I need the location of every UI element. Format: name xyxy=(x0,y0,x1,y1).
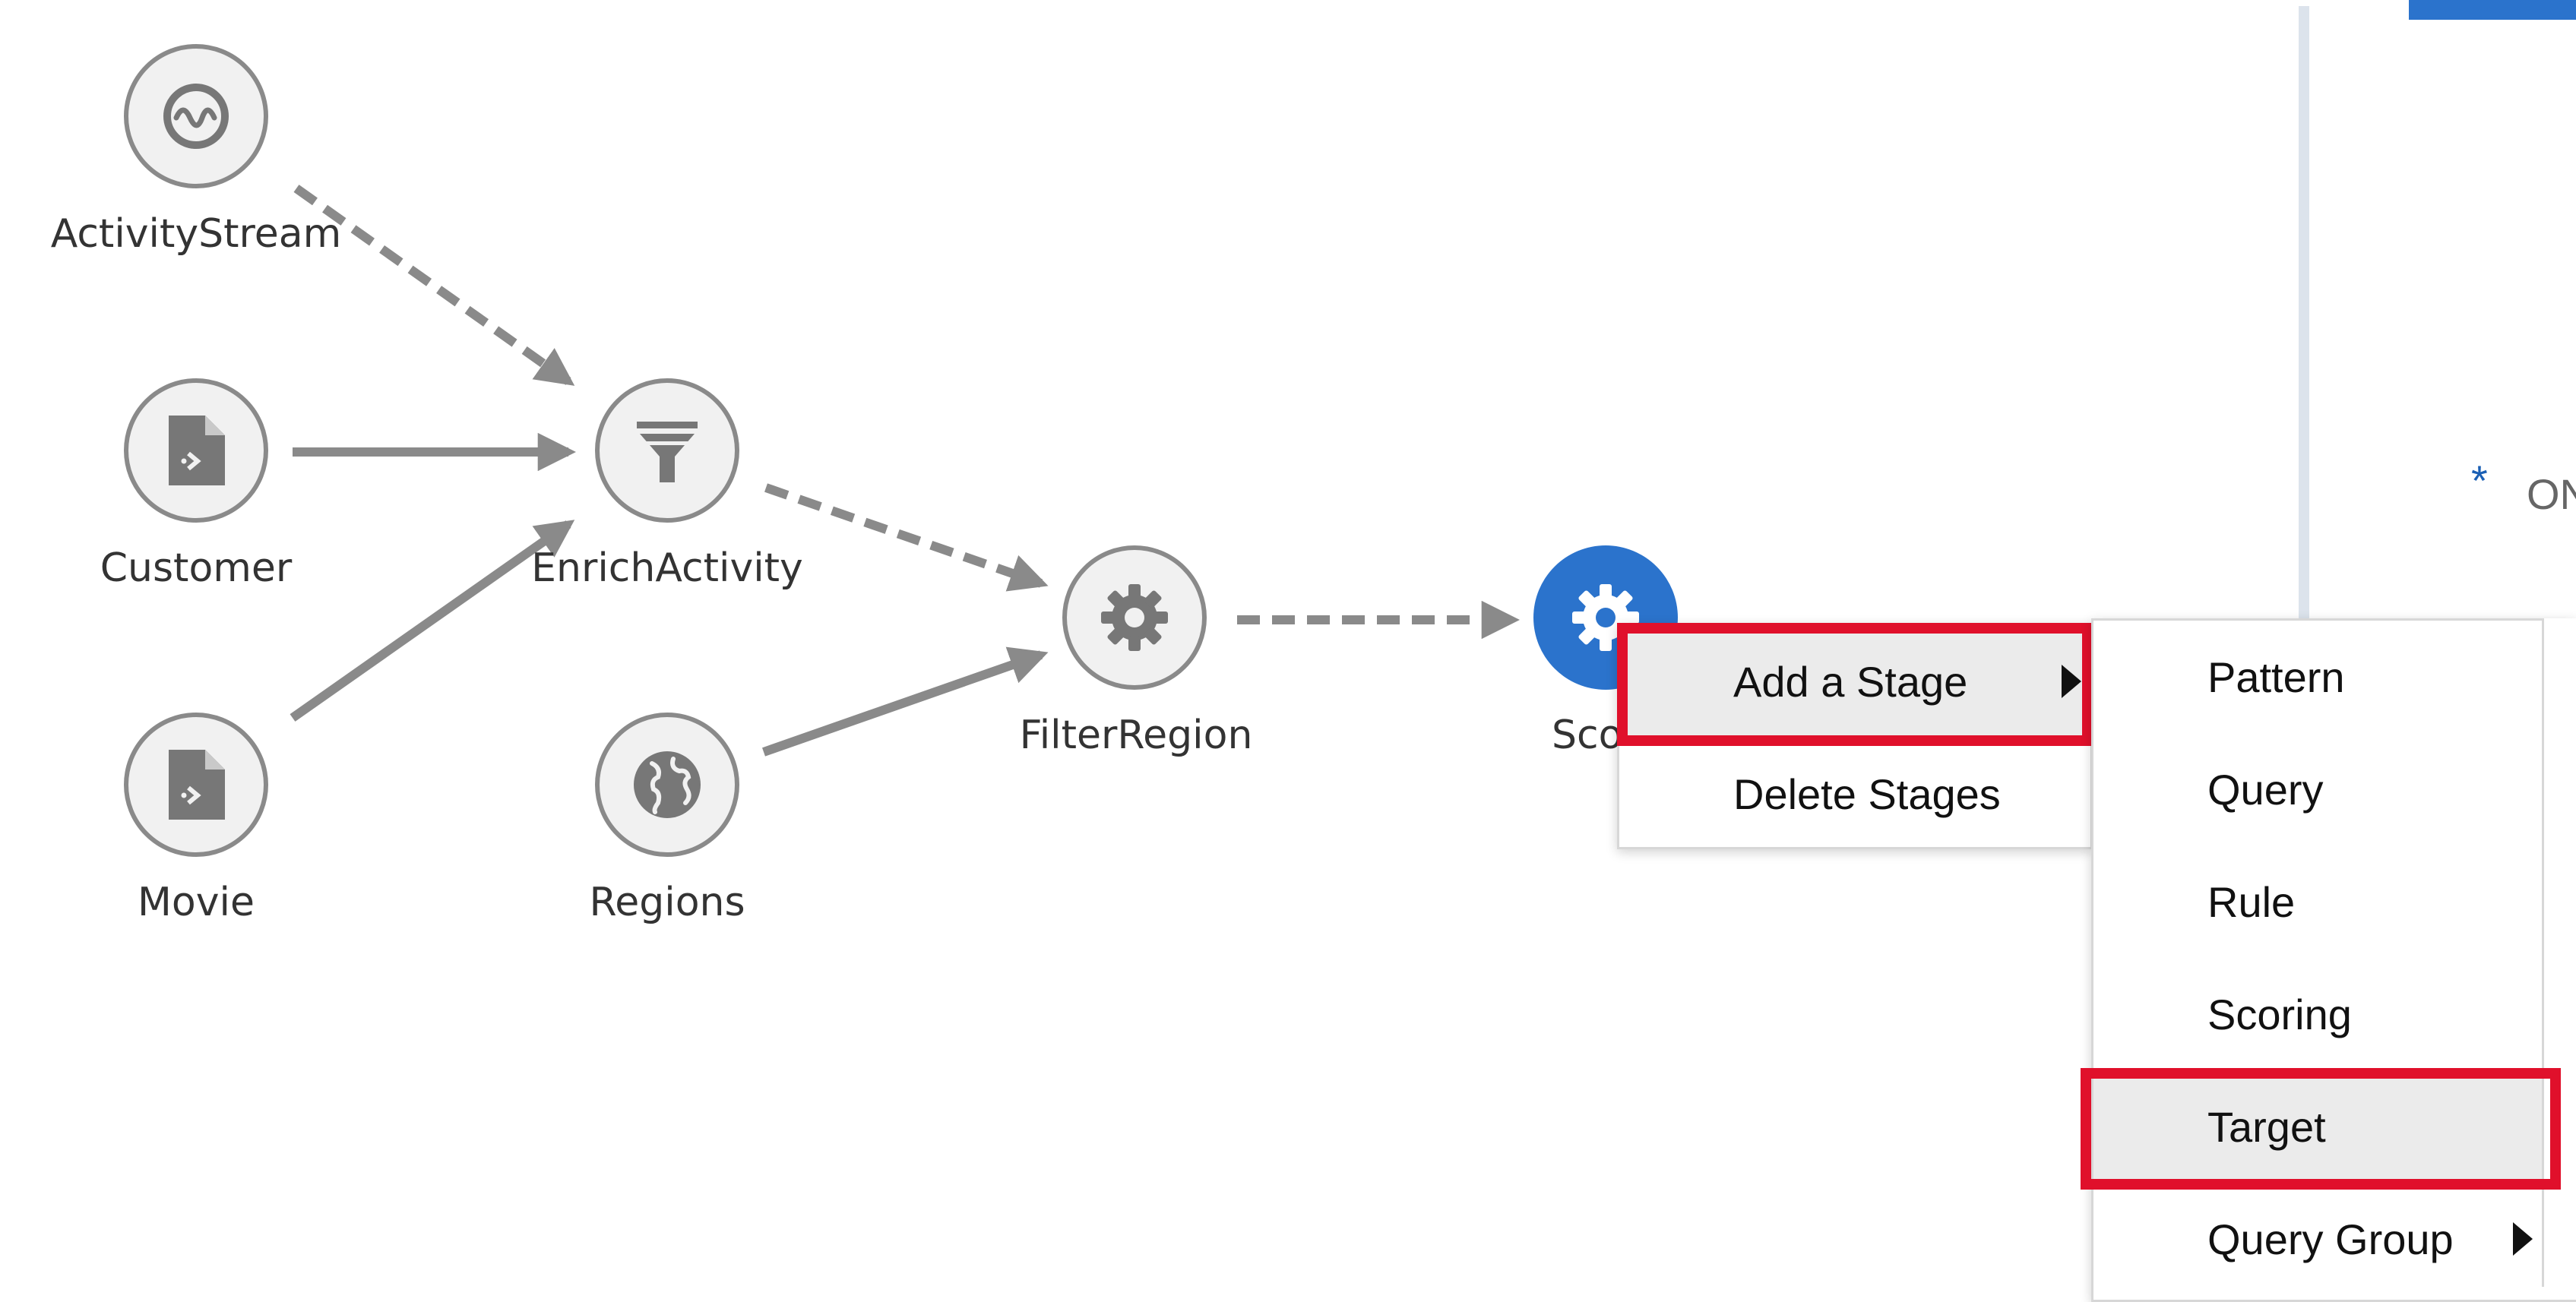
gear-icon xyxy=(1101,584,1168,651)
node-activitystream[interactable] xyxy=(124,44,268,188)
context-menu: Add a Stage Delete Stages xyxy=(1617,623,2093,849)
node-label-enrichactivity: EnrichActivity xyxy=(531,545,803,591)
submenu: Pattern Query Rule Scoring Target Query … xyxy=(2091,618,2576,1302)
node-label-customer: Customer xyxy=(100,545,293,591)
submenu-arrow-icon xyxy=(2062,665,2081,698)
file-icon xyxy=(169,750,225,820)
submenu-item-scoring[interactable]: Scoring xyxy=(2093,958,2576,1070)
filter-icon xyxy=(637,422,698,482)
menu-item-delete-stages[interactable]: Delete Stages xyxy=(1619,738,2090,850)
submenu-item-label: Query Group xyxy=(2207,1215,2454,1263)
submenu-item-query-group[interactable]: Query Group xyxy=(2093,1183,2576,1295)
submenu-item-pattern[interactable]: Pattern xyxy=(2093,621,2576,733)
required-marker: * xyxy=(2471,457,2488,504)
panel-field-label: ON xyxy=(2527,470,2576,518)
menu-item-label: Add a Stage xyxy=(1733,657,1968,706)
panel-top-accent xyxy=(2409,0,2576,20)
submenu-item-label: Scoring xyxy=(2207,990,2352,1038)
submenu-item-target[interactable]: Target xyxy=(2093,1070,2576,1183)
menu-item-add-a-stage[interactable]: Add a Stage xyxy=(1619,625,2090,738)
menu-item-label: Delete Stages xyxy=(1733,770,2001,818)
submenu-item-query[interactable]: Query xyxy=(2093,733,2576,845)
submenu-item-label: Query xyxy=(2207,765,2324,814)
stream-icon xyxy=(163,84,229,149)
node-label-activitystream: ActivityStream xyxy=(50,211,342,257)
panel-divider xyxy=(2299,6,2309,621)
submenu-item-rule[interactable]: Rule xyxy=(2093,845,2576,958)
node-customer[interactable] xyxy=(124,378,268,523)
node-filterregion[interactable] xyxy=(1062,545,1207,690)
node-enrichactivity[interactable] xyxy=(595,378,739,523)
file-icon xyxy=(169,416,225,485)
submenu-item-label: Target xyxy=(2207,1102,2326,1151)
node-label-filterregion: FilterRegion xyxy=(1019,713,1253,758)
globe-icon xyxy=(634,751,701,818)
submenu-item-label: Rule xyxy=(2207,877,2296,926)
submenu-right-edge xyxy=(2542,618,2576,1287)
edge-movie-enrichactivity xyxy=(290,520,575,722)
edge-regions-filterregion xyxy=(762,646,1049,757)
node-label-movie: Movie xyxy=(138,880,255,925)
node-label-regions: Regions xyxy=(589,880,745,925)
submenu-item-label: Pattern xyxy=(2207,653,2345,701)
node-movie[interactable] xyxy=(124,713,268,857)
edge-enrichactivity-filterregion xyxy=(764,483,1049,592)
node-regions[interactable] xyxy=(595,713,739,857)
submenu-arrow-icon xyxy=(2513,1222,2533,1256)
